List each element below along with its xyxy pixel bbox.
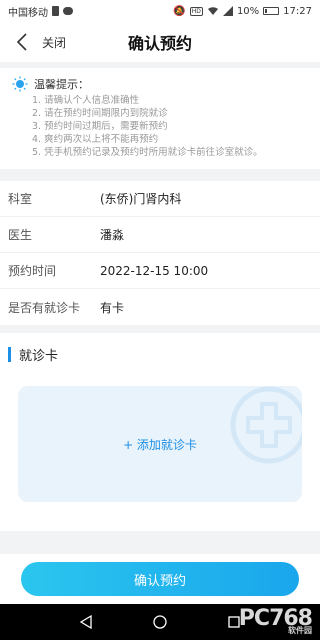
- tip-item: 4. 爽约两次以上将不能再预约: [32, 134, 159, 145]
- battery-percent: 10%: [236, 5, 260, 17]
- section-title: 就诊卡: [19, 349, 59, 364]
- row-label: 是否有就诊卡: [8, 300, 81, 315]
- tip-item: 3. 预约时间过期后，需要新预约: [32, 121, 168, 132]
- confirm-appointment-button[interactable]: 确认预约: [21, 562, 299, 596]
- info-row-time: 预约时间 2022-12-15 10:00: [0, 253, 320, 289]
- card-section: 就诊卡 + 添加就诊卡: [0, 333, 320, 531]
- info-row-has-card: 是否有就诊卡 有卡: [0, 289, 320, 325]
- battery-icon: [263, 7, 280, 15]
- add-card-button[interactable]: + 添加就诊卡: [18, 386, 302, 502]
- close-button[interactable]: 关闭: [42, 34, 66, 51]
- status-bar: 中国移动 🔕 HD 10% 17:27: [0, 0, 320, 22]
- carrier-label: 中国移动: [8, 7, 48, 19]
- back-button[interactable]: [10, 30, 34, 54]
- row-value: (东侨)门肾内科: [100, 192, 182, 206]
- tip-item: 1. 请确认个人信息准确性: [32, 95, 140, 106]
- appointment-info: 科室 (东侨)门肾内科 医生 潘淼 预约时间 2022-12-15 10:00 …: [0, 181, 320, 325]
- sun-icon: [12, 76, 28, 92]
- hd-badge: HD: [189, 6, 203, 16]
- row-label: 科室: [8, 192, 33, 206]
- bottom-bar: 确认预约: [0, 554, 320, 604]
- home-circle-icon[interactable]: [153, 615, 167, 629]
- tips-title: 温馨提示：: [34, 78, 89, 91]
- sim-card-icon: [52, 6, 59, 16]
- watermark-logo: PC768 软件园: [239, 606, 313, 636]
- section-accent-bar: [8, 347, 11, 362]
- nav-bar: 关闭 确认预约: [0, 22, 320, 62]
- row-label: 预约时间: [8, 264, 57, 278]
- tip-item: 5. 凭手机预约记录及预约时所用就诊卡前往诊室就诊。: [32, 147, 263, 158]
- back-triangle-icon[interactable]: [80, 615, 92, 629]
- row-label: 医生: [8, 228, 33, 242]
- tip-item: 2. 请在预约时间期限内到院就诊: [32, 108, 168, 119]
- tips-panel: 温馨提示： 1. 请确认个人信息准确性 2. 请在预约时间期限内到院就诊 3. …: [0, 68, 320, 169]
- info-row-department: 科室 (东侨)门肾内科: [0, 181, 320, 217]
- medical-cross-icon: [230, 386, 302, 464]
- row-value: 有卡: [100, 300, 125, 315]
- mute-icon: 🔕: [173, 5, 186, 17]
- chevron-left-icon: [16, 33, 27, 51]
- tips-list: 1. 请确认个人信息准确性 2. 请在预约时间期限内到院就诊 3. 预约时间过期…: [12, 94, 308, 159]
- wifi-icon: [207, 7, 218, 15]
- signal-icon: [222, 6, 233, 16]
- row-value: 2022-12-15 10:00: [100, 263, 209, 278]
- info-row-doctor: 医生 潘淼: [0, 217, 320, 253]
- message-icon: [63, 7, 73, 15]
- row-value: 潘淼: [100, 228, 125, 242]
- clock: 17:27: [283, 5, 312, 17]
- add-card-label: + 添加就诊卡: [123, 437, 197, 452]
